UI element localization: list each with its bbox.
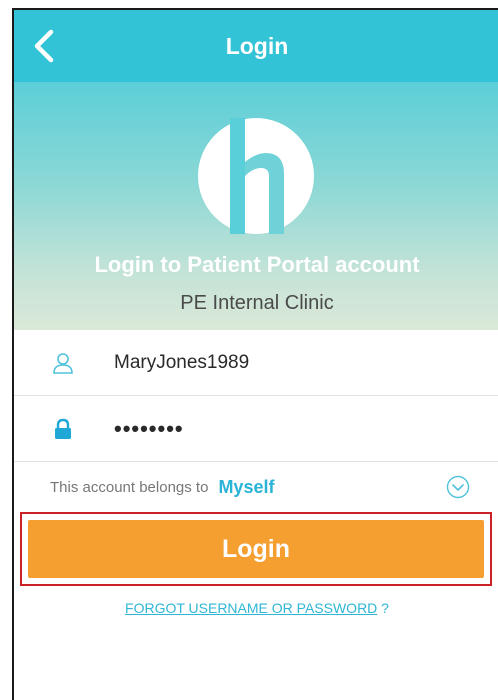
account-owner-label: This account belongs to (50, 478, 209, 496)
nav-bar: Login (14, 10, 498, 82)
login-button[interactable]: Login (28, 520, 484, 578)
login-screen: Login Login to Patient Portal account PE… (12, 8, 498, 700)
forgot-credentials-text: FORGOT USERNAME OR PASSWORD (125, 600, 378, 616)
account-owner-row: This account belongs to Myself (14, 462, 498, 512)
chevron-down-circle-icon[interactable] (446, 475, 470, 499)
username-field[interactable] (114, 351, 444, 374)
h-logo-icon (198, 118, 314, 234)
password-field[interactable] (114, 415, 444, 442)
user-icon (53, 352, 73, 374)
chevron-left-icon (34, 29, 54, 63)
forgot-credentials-link[interactable]: FORGOT USERNAME OR PASSWORD ? (14, 600, 498, 616)
password-row (14, 396, 498, 462)
portal-heading: Login to Patient Portal account (94, 252, 420, 277)
lock-icon (55, 418, 71, 439)
page-title: Login (225, 32, 289, 59)
account-owner-select[interactable]: Myself (218, 477, 274, 498)
clinic-name: PE Internal Clinic (180, 292, 334, 314)
username-row (14, 330, 498, 396)
forgot-credentials-suffix: ? (377, 600, 389, 616)
back-button[interactable] (14, 10, 74, 82)
